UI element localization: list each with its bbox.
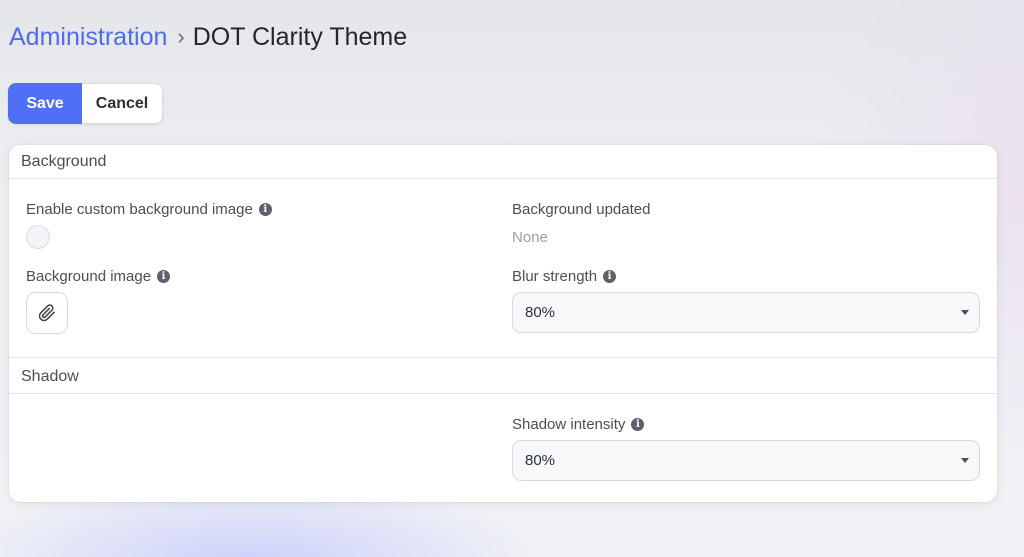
enable-background-label: Enable custom background image i — [26, 201, 272, 218]
breadcrumb-administration-link[interactable]: Administration — [9, 23, 167, 52]
breadcrumb-separator: › — [177, 24, 185, 49]
save-button[interactable]: Save — [8, 83, 82, 124]
blur-strength-label-text: Blur strength — [512, 268, 598, 285]
background-image-label-text: Background image — [26, 268, 152, 285]
shadow-intensity-value: 80% — [525, 452, 556, 469]
attach-image-button[interactable] — [26, 292, 68, 334]
enable-background-toggle[interactable] — [26, 225, 50, 249]
cancel-button[interactable]: Cancel — [82, 83, 163, 124]
enable-background-label-text: Enable custom background image — [26, 201, 253, 218]
shadow-intensity-label: Shadow intensity i — [512, 416, 645, 433]
info-icon[interactable]: i — [157, 270, 171, 283]
theme-settings-card: Background Enable custom background imag… — [9, 145, 997, 502]
blur-strength-select[interactable]: 80% — [512, 292, 980, 333]
blur-strength-label: Blur strength i — [512, 268, 617, 285]
background-updated-value: None — [512, 229, 548, 246]
info-icon[interactable]: i — [258, 203, 272, 216]
background-image-label: Background image i — [26, 268, 171, 285]
section-divider — [9, 357, 997, 358]
info-icon[interactable]: i — [631, 418, 645, 431]
shadow-intensity-label-text: Shadow intensity — [512, 416, 626, 433]
form-actions: Save Cancel — [8, 83, 163, 124]
paperclip-icon — [38, 304, 55, 322]
page-title: DOT Clarity Theme — [192, 22, 408, 51]
breadcrumb: Administration › DOT Clarity Theme — [9, 22, 407, 52]
info-icon[interactable]: i — [603, 270, 617, 283]
background-updated-label: Background updated — [512, 201, 651, 218]
section-header-background: Background — [9, 145, 997, 179]
section-header-shadow: Shadow — [9, 360, 997, 394]
chevron-down-icon — [961, 310, 969, 315]
shadow-intensity-select[interactable]: 80% — [512, 440, 980, 481]
chevron-down-icon — [961, 458, 969, 463]
blur-strength-value: 80% — [525, 304, 556, 321]
